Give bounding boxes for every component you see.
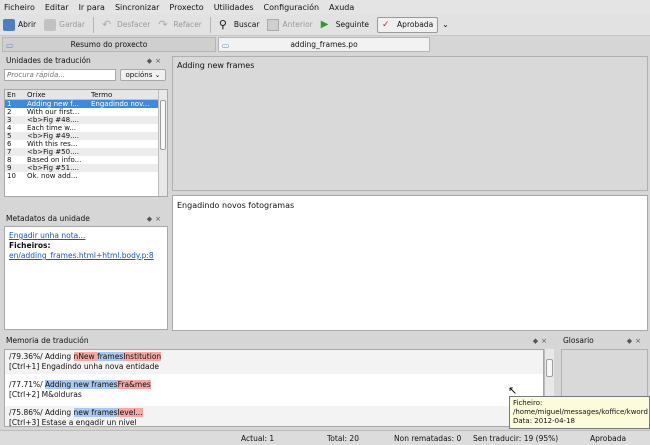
- table-row[interactable]: 1 Adding new f... Engadindo nov...: [5, 100, 167, 108]
- unit-metadata-panel: Metadatos da unidade ◆× Engadir unha not…: [2, 213, 168, 331]
- panel-buttons[interactable]: ◆×: [147, 57, 164, 65]
- units-table: En Orixe Termo 1 Adding new f... Engadindo…: [4, 89, 168, 197]
- open-button[interactable]: Abrir: [3, 18, 36, 31]
- approved-toggle[interactable]: ✓ Aprobada: [377, 16, 439, 33]
- quick-search-input[interactable]: [4, 69, 116, 81]
- toolbar: Abrir Gardar ↶ Desfacer ↷ Refacer ⚲ Busc…: [0, 14, 650, 36]
- scrollbar-thumb[interactable]: [160, 100, 166, 150]
- save-button[interactable]: Gardar: [44, 18, 85, 31]
- status-untranslated: Sen traducir: 19 (95%): [473, 434, 559, 443]
- redo-button[interactable]: ↷ Refacer: [158, 17, 202, 31]
- files-label: Ficheiros:: [9, 241, 51, 250]
- status-state: Aprobada: [590, 434, 627, 443]
- header-source[interactable]: Orixe: [27, 90, 91, 99]
- menu-tools[interactable]: Utilidades: [214, 3, 254, 12]
- tab-file[interactable]: ▭ adding_frames.po: [218, 37, 430, 52]
- target-text-editor[interactable]: Engadindo novos fotogramas: [172, 195, 648, 331]
- save-icon: [44, 18, 57, 31]
- units-scrollbar[interactable]: [158, 90, 167, 196]
- table-row[interactable]: 2 With our first...: [5, 108, 167, 116]
- header-target[interactable]: Termo: [91, 90, 159, 99]
- options-button[interactable]: opcións ⌄: [120, 69, 166, 81]
- search-button[interactable]: ⚲ Buscar: [218, 17, 260, 31]
- toolbar-separator: [209, 16, 211, 33]
- tab-icon: ▭: [222, 41, 230, 50]
- table-row[interactable]: 9 <b>Fig #51....: [5, 164, 167, 172]
- source-text-view[interactable]: Adding new frames: [172, 56, 648, 191]
- approved-stamp-icon: ✓: [382, 19, 390, 30]
- panel-title: Glosario ◆×: [563, 336, 644, 345]
- binoculars-icon: ⚲: [218, 17, 227, 31]
- tm-entry[interactable]: /77.71%/ Adding new framesFra&mes [Ctrl+…: [5, 378, 543, 402]
- tab-project-overview[interactable]: ▭ Resumo do proxecto: [2, 37, 216, 52]
- table-row[interactable]: 5 <b>Fig #49....: [5, 132, 167, 140]
- table-row[interactable]: 3 <b>Fig #48....: [5, 116, 167, 124]
- metadata-content: Engadir unha nota... Ficheiros: en/addin…: [4, 226, 168, 330]
- menu-edit[interactable]: Editar: [45, 3, 69, 12]
- panel-title: Metadatos da unidade ◆×: [6, 214, 164, 223]
- header-num[interactable]: En: [5, 90, 27, 99]
- previous-button[interactable]: Anterior: [267, 18, 313, 31]
- table-header: En Orixe Termo: [5, 90, 167, 100]
- panel-title: Memoria de tradución ◆×: [6, 336, 550, 345]
- translation-memory-panel: Memoria de tradución ◆× /79.36%/ Adding …: [2, 335, 554, 429]
- undo-icon: ↶: [101, 17, 112, 31]
- table-row[interactable]: 6 With this res...: [5, 140, 167, 148]
- open-icon: [3, 18, 15, 31]
- menu-help[interactable]: Axuda: [329, 3, 354, 12]
- menu-sync[interactable]: Sincronizar: [115, 3, 159, 12]
- menu-file[interactable]: Ficheiro: [4, 3, 35, 12]
- table-row[interactable]: 4 Each time w...: [5, 124, 167, 132]
- menu-go[interactable]: Ir para: [79, 3, 105, 12]
- file-link[interactable]: en/adding_frames.html+html.body.p:8: [9, 251, 163, 261]
- toolbar-separator: [92, 16, 94, 33]
- tm-entry[interactable]: /75.86%/ Adding new frameslevel... [Ctrl…: [5, 406, 543, 426]
- status-total: Total: 20: [327, 434, 359, 443]
- next-icon: ▶: [320, 18, 329, 30]
- translation-units-panel: Unidades de tradución ◆× opcións ⌄ En Or…: [2, 55, 168, 210]
- tab-icon: ▭: [6, 41, 14, 50]
- status-bar: Actual: 1 Total: 20 Non rematadas: 0 Sen…: [0, 430, 650, 445]
- menu-bar: Ficheiro Editar Ir para Sincronizar Prox…: [0, 0, 650, 14]
- table-row[interactable]: 7 <b>Fig #50....: [5, 148, 167, 156]
- tm-entry[interactable]: /79.36%/ Adding nNew framesInstitution […: [5, 350, 543, 374]
- panel-buttons[interactable]: ◆×: [147, 215, 164, 223]
- table-row[interactable]: 8 Based on info...: [5, 156, 167, 164]
- chevron-down-icon[interactable]: ⌄: [442, 20, 449, 29]
- table-row[interactable]: 10 Ok, now add...: [5, 172, 167, 178]
- status-unfinished: Non rematadas: 0: [394, 434, 462, 443]
- redo-icon: ↷: [158, 17, 168, 31]
- file-tooltip: Ficheiro: /home/miguel/messages/koffice/…: [509, 396, 650, 429]
- add-note-link[interactable]: Engadir unha nota...: [9, 231, 163, 241]
- undo-button[interactable]: ↶ Desfacer: [101, 17, 150, 31]
- status-current: Actual: 1: [241, 434, 275, 443]
- scrollbar-thumb[interactable]: [546, 359, 553, 377]
- tab-bar: ▭ Resumo do proxecto ▭ adding_frames.po: [0, 37, 650, 53]
- previous-icon: [267, 18, 280, 31]
- menu-settings[interactable]: Configuración: [264, 3, 320, 12]
- tm-list: /79.36%/ Adding nNew framesInstitution […: [4, 349, 544, 427]
- panel-title: Unidades de tradución ◆×: [6, 56, 164, 65]
- menu-project[interactable]: Proxecto: [169, 3, 203, 12]
- panel-buttons[interactable]: ◆×: [533, 337, 550, 345]
- panel-buttons[interactable]: ◆×: [627, 337, 644, 345]
- next-button[interactable]: ▶ Seguinte: [321, 19, 369, 31]
